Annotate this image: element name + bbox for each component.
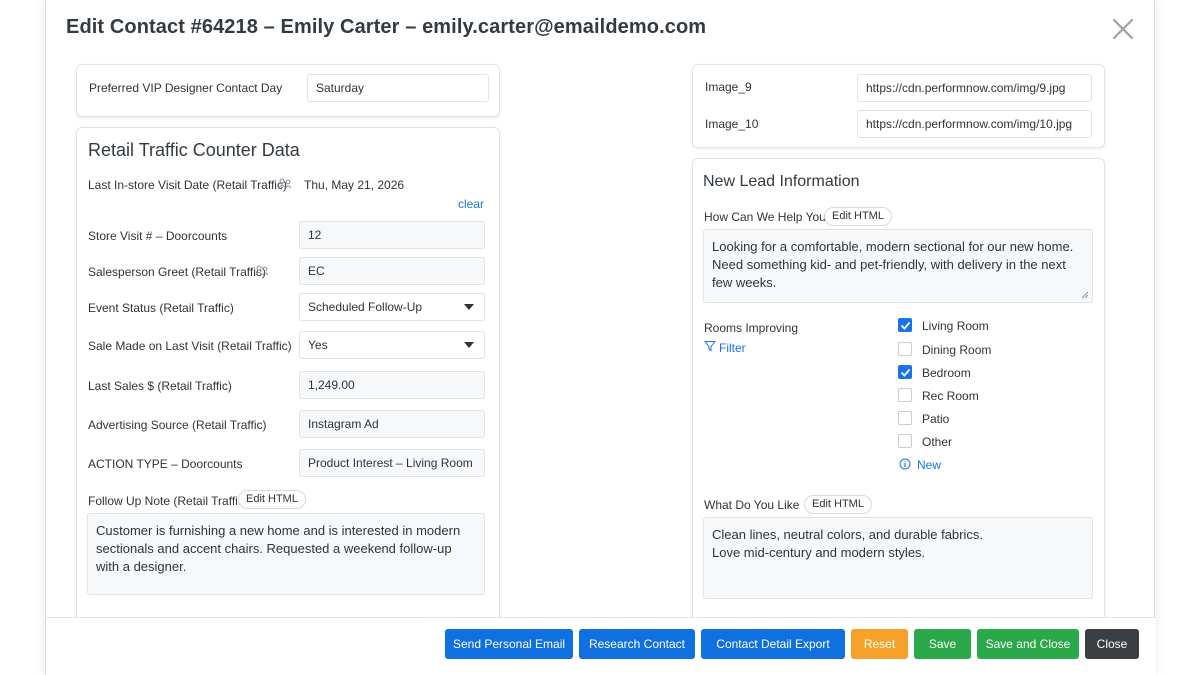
room-option-label: Other xyxy=(922,435,953,449)
help-label: How Can We Help You xyxy=(704,210,826,224)
send-email-button[interactable]: Send Personal Email xyxy=(445,629,573,659)
checkbox-other[interactable] xyxy=(898,434,912,448)
follow-up-line: Customer is furnishing a new home and is… xyxy=(96,523,461,538)
checkbox-dining-room[interactable] xyxy=(898,342,912,356)
help-textarea[interactable]: Looking for a comfortable, modern sectio… xyxy=(703,229,1093,303)
room-option-label: Rec Room xyxy=(922,389,979,403)
sale-made-value: Yes xyxy=(308,338,328,352)
room-option-label: Dining Room xyxy=(922,343,992,357)
room-option-label: Living Room xyxy=(922,319,989,333)
help-line: Need something kid- and pet-friendly, wi… xyxy=(712,257,1066,272)
help-line: Looking for a comfortable, modern sectio… xyxy=(712,239,1074,254)
follow-up-note-label: Follow Up Note (Retail Traffic) xyxy=(88,494,248,508)
save-and-close-button[interactable]: Save and Close xyxy=(977,629,1079,659)
ad-source-label: Advertising Source (Retail Traffic) xyxy=(88,418,267,432)
vip-day-field[interactable]: Saturday xyxy=(307,74,489,102)
help-line: few weeks. xyxy=(712,275,777,290)
save-button[interactable]: Save xyxy=(914,629,971,659)
checkbox-rec-room[interactable] xyxy=(898,388,912,402)
close-button[interactable]: Close xyxy=(1085,629,1139,659)
store-visit-label: Store Visit # – Doorcounts xyxy=(88,229,228,243)
event-status-label: Event Status (Retail Traffic) xyxy=(88,301,234,315)
store-visit-field[interactable]: 12 xyxy=(299,221,485,249)
help-edit-html-button[interactable]: Edit HTML xyxy=(824,207,892,226)
event-status-select[interactable]: Scheduled Follow-Up xyxy=(299,293,485,321)
new-lead-title: New Lead Information xyxy=(703,173,860,190)
retail-traffic-title: Retail Traffic Counter Data xyxy=(88,140,300,160)
research-contact-button[interactable]: Research Contact xyxy=(579,629,695,659)
room-option-label: Bedroom xyxy=(922,366,971,380)
people-icon xyxy=(255,265,269,276)
caret-down-icon xyxy=(464,304,474,310)
clear-link[interactable]: clear xyxy=(458,197,484,211)
caret-down-icon xyxy=(464,342,474,348)
event-status-value: Scheduled Follow-Up xyxy=(308,300,423,314)
dialog-title: Edit Contact #64218 – Emily Carter – emi… xyxy=(66,16,707,38)
image9-field[interactable]: https://cdn.performnow.com/img/9.jpg xyxy=(857,74,1092,102)
filter-link[interactable]: Filter xyxy=(719,341,746,355)
ad-source-field[interactable]: Instagram Ad xyxy=(299,410,485,438)
last-visit-label: Last In-store Visit Date (Retail Traffic… xyxy=(88,178,287,192)
new-room-link[interactable]: New xyxy=(917,458,941,472)
last-visit-value: Thu, May 21, 2026 xyxy=(304,178,405,192)
info-icon xyxy=(899,458,911,470)
follow-up-edit-html-button[interactable]: Edit HTML xyxy=(238,490,306,509)
checkbox-patio[interactable] xyxy=(898,411,912,425)
follow-up-line: with a designer. xyxy=(96,559,187,574)
like-edit-html-button[interactable]: Edit HTML xyxy=(804,495,872,514)
edit-contact-dialog: Edit Contact #64218 – Emily Carter – emi… xyxy=(45,0,1156,675)
sale-made-label: Sale Made on Last Visit (Retail Traffic) xyxy=(88,339,292,353)
last-sales-label: Last Sales $ (Retail Traffic) xyxy=(88,379,232,393)
vip-card: Preferred VIP Designer Contact Day Satur… xyxy=(76,64,500,117)
retail-traffic-card: Retail Traffic Counter Data Last In-stor… xyxy=(76,127,500,622)
greet-label: Salesperson Greet (Retail Traffic) xyxy=(88,265,266,279)
dialog-footer: Send Personal Email Research Contact Con… xyxy=(46,617,1156,675)
checkmark-icon xyxy=(900,368,911,377)
follow-up-note-textarea[interactable]: Customer is furnishing a new home and is… xyxy=(87,513,485,595)
action-type-label: ACTION TYPE – Doorcounts xyxy=(88,457,243,471)
images-card: Image_9 https://cdn.performnow.com/img/9… xyxy=(692,64,1105,148)
follow-up-line: sectionals and accent chairs. Requested … xyxy=(96,541,452,556)
image10-field[interactable]: https://cdn.performnow.com/img/10.jpg xyxy=(857,110,1092,138)
people-icon xyxy=(278,178,292,189)
close-icon[interactable] xyxy=(1110,16,1136,42)
image10-label: Image_10 xyxy=(705,117,759,131)
action-type-field[interactable]: Product Interest – Living Room xyxy=(299,449,485,477)
rooms-label: Rooms Improving xyxy=(704,321,799,335)
sale-made-select[interactable]: Yes xyxy=(299,331,485,359)
vip-day-label: Preferred VIP Designer Contact Day xyxy=(89,81,283,95)
contact-export-button[interactable]: Contact Detail Export xyxy=(701,629,845,659)
last-sales-field[interactable]: 1,249.00 xyxy=(299,371,485,399)
what-like-label: What Do You Like xyxy=(704,498,800,512)
checkbox-living-room[interactable] xyxy=(898,318,912,332)
like-line: Love mid-century and modern styles. xyxy=(712,545,926,560)
new-lead-card: New Lead Information How Can We Help You… xyxy=(692,158,1105,622)
resize-grip-icon[interactable] xyxy=(1081,291,1089,299)
checkbox-bedroom[interactable] xyxy=(898,365,912,379)
room-option-label: Patio xyxy=(922,412,950,426)
filter-icon[interactable] xyxy=(704,340,716,352)
image9-label: Image_9 xyxy=(705,80,752,94)
checkmark-icon xyxy=(900,321,911,330)
what-like-textarea[interactable]: Clean lines, neutral colors, and durable… xyxy=(703,517,1093,599)
reset-button[interactable]: Reset xyxy=(851,629,908,659)
like-line: Clean lines, neutral colors, and durable… xyxy=(712,527,983,542)
greet-field[interactable]: EC xyxy=(299,257,485,285)
